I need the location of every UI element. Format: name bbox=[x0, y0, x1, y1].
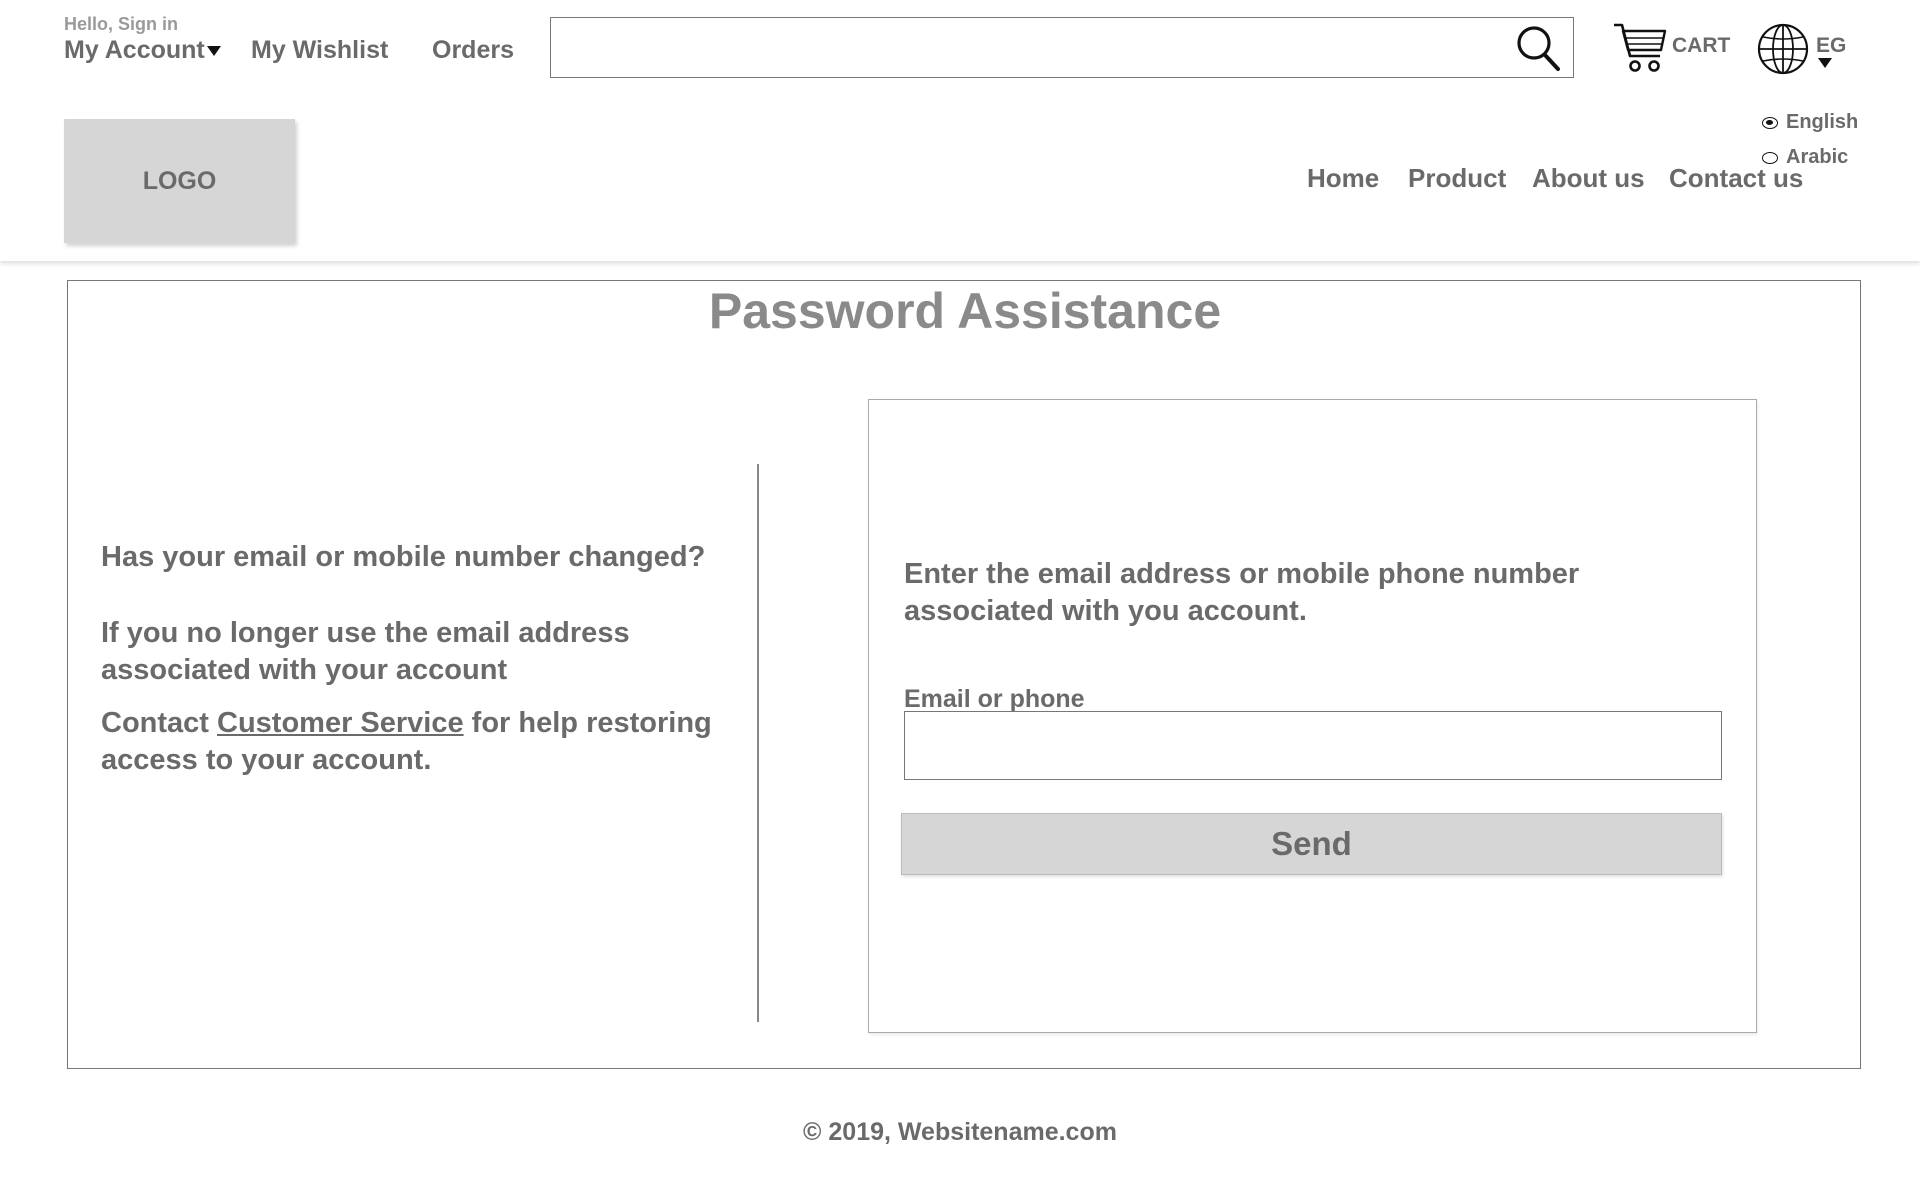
caret-down-icon bbox=[1818, 58, 1832, 68]
radio-selected-icon bbox=[1762, 117, 1778, 129]
footer-copyright: © 2019, Websitename.com bbox=[803, 1118, 1117, 1146]
language-option-english[interactable]: English bbox=[1762, 111, 1858, 134]
region-selector[interactable]: EG bbox=[1756, 22, 1856, 76]
email-or-phone-label: Email or phone bbox=[904, 685, 1085, 713]
help-question: Has your email or mobile number changed? bbox=[101, 541, 706, 573]
cart-icon bbox=[1614, 23, 1667, 72]
cart-label: CART bbox=[1672, 34, 1731, 57]
help-no-longer-use: If you no longer use the email address a… bbox=[101, 617, 630, 686]
caret-down-icon bbox=[206, 46, 221, 57]
logo[interactable]: LOGO bbox=[64, 119, 295, 243]
reset-form-card: Enter the email address or mobile phone … bbox=[868, 399, 1757, 1033]
column-divider bbox=[757, 464, 759, 1022]
nav-product[interactable]: Product bbox=[1408, 163, 1506, 194]
my-wishlist-link[interactable]: My Wishlist bbox=[251, 36, 388, 65]
site-header: LOGO English Arabic Home Product About u… bbox=[0, 97, 1920, 261]
password-assistance-panel: Password Assistance Has your email or mo… bbox=[67, 280, 1861, 1069]
form-instructions: Enter the email address or mobile phone … bbox=[904, 558, 1580, 627]
send-button[interactable]: Send bbox=[901, 813, 1722, 875]
nav-home[interactable]: Home bbox=[1307, 163, 1379, 194]
my-account-label: My Account bbox=[64, 36, 205, 64]
search-bar bbox=[550, 17, 1574, 78]
search-input[interactable] bbox=[561, 26, 1505, 70]
search-icon[interactable] bbox=[1515, 24, 1561, 72]
customer-service-link[interactable]: Customer Service bbox=[217, 707, 464, 739]
cart-button[interactable]: CART bbox=[1612, 20, 1732, 76]
email-or-phone-input[interactable] bbox=[904, 711, 1722, 780]
region-code: EG bbox=[1816, 34, 1847, 57]
help-contact-text: Contact Customer Service for help restor… bbox=[101, 705, 761, 779]
nav-about-us[interactable]: About us bbox=[1532, 163, 1645, 194]
my-account-menu[interactable]: My Account bbox=[64, 36, 221, 65]
top-bar: Hello, Sign in My Account My Wishlist Or… bbox=[0, 0, 1920, 98]
sign-in-greeting[interactable]: Hello, Sign in bbox=[64, 14, 178, 35]
account-change-help: Has your email or mobile number changed?… bbox=[101, 539, 761, 779]
logo-text: LOGO bbox=[142, 166, 217, 195]
orders-link[interactable]: Orders bbox=[432, 36, 514, 65]
contact-prefix: Contact bbox=[101, 707, 217, 739]
page-title: Password Assistance bbox=[708, 283, 1222, 339]
nav-contact-us[interactable]: Contact us bbox=[1669, 163, 1803, 194]
globe-icon bbox=[1757, 23, 1809, 75]
language-label: English bbox=[1786, 111, 1859, 133]
